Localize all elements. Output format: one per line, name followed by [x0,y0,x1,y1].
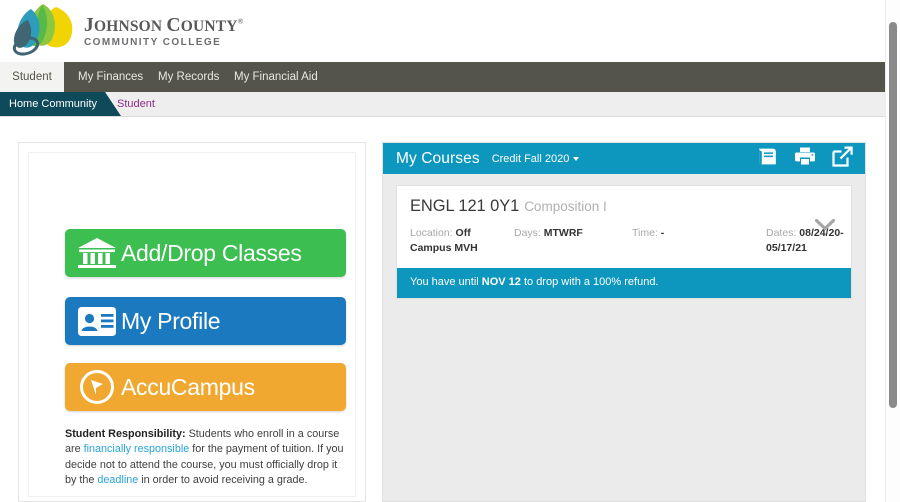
course-location-label: Location: [410,227,453,239]
jccc-wordmark: JOHNSON COUNTY® COMMUNITY COLLEGE [84,16,243,48]
student-responsibility-text: Student Responsibility: Students who enr… [65,427,350,488]
course-dates-label: Dates: [766,227,797,239]
disclaimer-text-3: in order to avoid receiving a grade. [138,473,308,486]
drop-banner-prefix: You have until [410,276,482,289]
nav-tab-student[interactable]: Student [0,62,64,92]
printer-icon[interactable] [794,146,816,171]
course-time-value: - [660,227,665,239]
deadline-link[interactable]: deadline [97,474,138,486]
accucampus-label: AccuCampus [121,373,255,400]
subnav-home-community-label: Home Community [9,98,98,110]
course-dates: Dates: 08/24/20-05/17/21 [766,226,862,256]
vertical-scrollbar-track[interactable] [886,0,900,502]
add-drop-classes-label: Add/Drop Classes [121,239,302,266]
add-drop-classes-button[interactable]: Add/Drop Classes [65,229,346,277]
course-time: Time: - [632,226,766,256]
course-location: Location: Off Campus MVH [410,226,514,256]
course-card-details: ENGL 121 0Y1 Composition I Location: Off … [397,186,851,268]
my-courses-header: My Courses Credit Fall 2020 [383,143,865,174]
wordmark-line-1: JOHNSON COUNTY® [84,15,244,36]
page-content: Add/Drop Classes My Profile AccuCampus S… [0,117,886,502]
primary-nav: Student My Finances My Records My Financ… [0,62,886,92]
course-days: Days: MTWRF [514,226,632,256]
course-days-label: Days: [514,227,541,239]
student-responsibility-heading: Student Responsibility: [65,428,186,440]
course-code: ENGL 121 0Y1 [410,197,520,215]
term-selector-label: Credit Fall 2020 [491,152,570,165]
chevron-down-icon [573,156,580,161]
vertical-scrollbar-thumb[interactable] [889,22,897,408]
my-courses-header-actions [756,146,853,172]
accucampus-circle-icon [75,369,119,405]
course-time-label: Time: [632,227,658,239]
chevron-down-icon[interactable] [814,218,836,231]
external-link-icon[interactable] [832,146,853,172]
my-courses-title: My Courses [396,149,480,167]
jccc-leaf-logo[interactable] [12,3,80,57]
quick-links-inner: Add/Drop Classes My Profile AccuCampus S… [28,152,356,497]
wordmark-line-2: COMMUNITY COLLEGE [84,36,222,48]
my-courses-panel: My Courses Credit Fall 2020 ENGL 121 0Y1… [382,142,866,502]
book-icon[interactable] [756,147,778,171]
drop-banner-date: NOV 12 [481,276,521,289]
quick-links-panel: Add/Drop Classes My Profile AccuCampus S… [18,142,366,502]
bank-building-icon [75,235,119,271]
subnav-item-student[interactable]: Student [117,92,155,116]
secondary-nav: Home Community Student [0,92,886,117]
scrollbar-gutter [886,0,900,502]
course-meta-row: Location: Off Campus MVH Days: MTWRF Tim… [410,226,844,256]
course-days-value: MTWRF [543,227,583,239]
site-header: JOHNSON COUNTY® COMMUNITY COLLEGE [0,0,886,62]
nav-tab-my-financial-aid[interactable]: My Financial Aid [220,62,332,92]
financially-responsible-link[interactable]: financially responsible [84,443,190,455]
my-profile-button[interactable]: My Profile [65,297,346,345]
course-title: Composition I [524,199,607,214]
browser-page: JOHNSON COUNTY® COMMUNITY COLLEGE Studen… [0,0,900,502]
my-profile-label: My Profile [121,307,221,334]
course-card[interactable]: ENGL 121 0Y1 Composition I Location: Off … [396,185,852,299]
term-selector[interactable]: Credit Fall 2020 [492,153,580,165]
accucampus-button[interactable]: AccuCampus [65,363,346,411]
drop-banner-suffix: to drop with a 100% refund. [520,276,659,289]
id-card-icon [75,303,119,339]
drop-deadline-banner: You have until NOV 12 to drop with a 100… [397,268,851,298]
